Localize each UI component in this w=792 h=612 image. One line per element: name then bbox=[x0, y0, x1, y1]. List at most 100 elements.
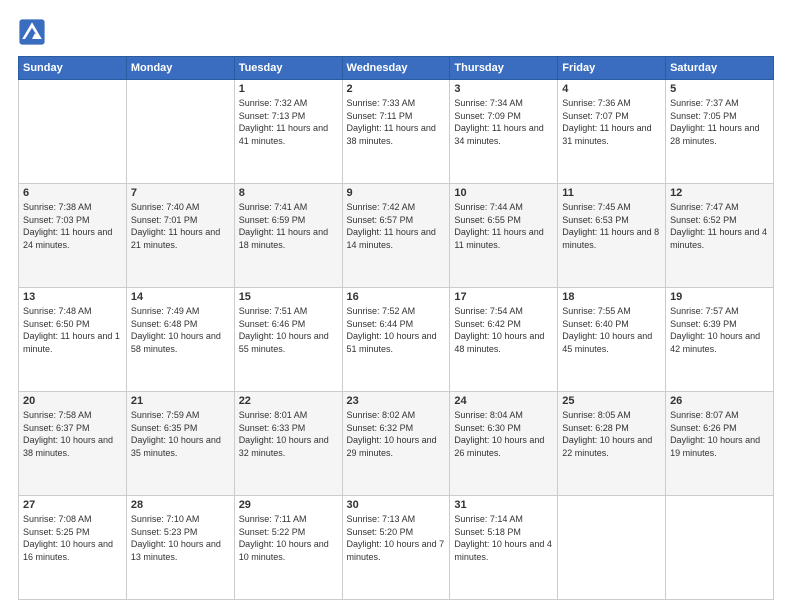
cell-info: Sunrise: 7:33 AM Sunset: 7:11 PM Dayligh… bbox=[347, 97, 446, 147]
cell-info: Sunrise: 7:32 AM Sunset: 7:13 PM Dayligh… bbox=[239, 97, 338, 147]
day-number: 18 bbox=[562, 291, 661, 303]
calendar-cell: 8Sunrise: 7:41 AM Sunset: 6:59 PM Daylig… bbox=[234, 184, 342, 288]
cell-info: Sunrise: 8:04 AM Sunset: 6:30 PM Dayligh… bbox=[454, 409, 553, 459]
calendar-cell: 12 Sunrise: 7:47 AM Sunset: 6:52 PM Dayli… bbox=[666, 184, 774, 288]
weekday-header-thursday: Thursday bbox=[450, 57, 558, 80]
day-number: 8 bbox=[239, 187, 338, 199]
cell-info: Sunrise: 7:58 AM Sunset: 6:37 PM Dayligh… bbox=[23, 409, 122, 459]
day-number: 3 bbox=[454, 83, 553, 95]
day-number: 11 bbox=[562, 187, 661, 199]
calendar-cell: 20 Sunrise: 7:58 AM Sunset: 6:37 PM Dayli… bbox=[19, 392, 127, 496]
calendar-cell: 16 Sunrise: 7:52 AM Sunset: 6:44 PM Dayli… bbox=[342, 288, 450, 392]
day-number: 31 bbox=[454, 499, 553, 511]
calendar-cell: 7 Sunrise: 7:40 AM Sunset: 7:01 PM Daylig… bbox=[126, 184, 234, 288]
calendar-cell: 5Sunrise: 7:37 AM Sunset: 7:05 PM Daylig… bbox=[666, 80, 774, 184]
day-number: 13 bbox=[23, 291, 122, 303]
cell-info: Sunrise: 7:40 AM Sunset: 7:01 PM Dayligh… bbox=[131, 201, 230, 251]
calendar-cell: 22Sunrise: 8:01 AM Sunset: 6:33 PM Dayli… bbox=[234, 392, 342, 496]
day-number: 25 bbox=[562, 395, 661, 407]
day-number: 17 bbox=[454, 291, 553, 303]
calendar-cell: 15Sunrise: 7:51 AM Sunset: 6:46 PM Dayli… bbox=[234, 288, 342, 392]
calendar-cell: 4 Sunrise: 7:36 AM Sunset: 7:07 PM Daylig… bbox=[558, 80, 666, 184]
calendar-cell: 6Sunrise: 7:38 AM Sunset: 7:03 PM Daylig… bbox=[19, 184, 127, 288]
day-number: 30 bbox=[347, 499, 446, 511]
calendar-week-5: 27Sunrise: 7:08 AM Sunset: 5:25 PM Dayli… bbox=[19, 496, 774, 600]
calendar-cell: 14 Sunrise: 7:49 AM Sunset: 6:48 PM Dayli… bbox=[126, 288, 234, 392]
calendar-cell: 18 Sunrise: 7:55 AM Sunset: 6:40 PM Dayli… bbox=[558, 288, 666, 392]
cell-info: Sunrise: 7:14 AM Sunset: 5:18 PM Dayligh… bbox=[454, 513, 553, 563]
day-number: 28 bbox=[131, 499, 230, 511]
calendar-cell bbox=[558, 496, 666, 600]
cell-info: Sunrise: 7:13 AM Sunset: 5:20 PM Dayligh… bbox=[347, 513, 446, 563]
calendar-cell: 1 Sunrise: 7:32 AM Sunset: 7:13 PM Daylig… bbox=[234, 80, 342, 184]
cell-info: Sunrise: 8:02 AM Sunset: 6:32 PM Dayligh… bbox=[347, 409, 446, 459]
cell-info: Sunrise: 7:47 AM Sunset: 6:52 PM Dayligh… bbox=[670, 201, 769, 251]
day-number: 12 bbox=[670, 187, 769, 199]
cell-info: Sunrise: 8:01 AM Sunset: 6:33 PM Dayligh… bbox=[239, 409, 338, 459]
cell-info: Sunrise: 7:11 AM Sunset: 5:22 PM Dayligh… bbox=[239, 513, 338, 563]
cell-info: Sunrise: 8:07 AM Sunset: 6:26 PM Dayligh… bbox=[670, 409, 769, 459]
cell-info: Sunrise: 7:59 AM Sunset: 6:35 PM Dayligh… bbox=[131, 409, 230, 459]
calendar-cell: 21 Sunrise: 7:59 AM Sunset: 6:35 PM Dayli… bbox=[126, 392, 234, 496]
calendar-week-1: 1 Sunrise: 7:32 AM Sunset: 7:13 PM Daylig… bbox=[19, 80, 774, 184]
day-number: 7 bbox=[131, 187, 230, 199]
day-number: 26 bbox=[670, 395, 769, 407]
calendar-cell: 28 Sunrise: 7:10 AM Sunset: 5:23 PM Dayli… bbox=[126, 496, 234, 600]
cell-info: Sunrise: 7:48 AM Sunset: 6:50 PM Dayligh… bbox=[23, 305, 122, 355]
cell-info: Sunrise: 7:36 AM Sunset: 7:07 PM Dayligh… bbox=[562, 97, 661, 147]
calendar-cell: 26 Sunrise: 8:07 AM Sunset: 6:26 PM Dayli… bbox=[666, 392, 774, 496]
calendar-cell: 2 Sunrise: 7:33 AM Sunset: 7:11 PM Daylig… bbox=[342, 80, 450, 184]
cell-info: Sunrise: 7:10 AM Sunset: 5:23 PM Dayligh… bbox=[131, 513, 230, 563]
calendar-week-4: 20 Sunrise: 7:58 AM Sunset: 6:37 PM Dayli… bbox=[19, 392, 774, 496]
cell-info: Sunrise: 7:37 AM Sunset: 7:05 PM Dayligh… bbox=[670, 97, 769, 147]
calendar-cell: 9 Sunrise: 7:42 AM Sunset: 6:57 PM Daylig… bbox=[342, 184, 450, 288]
calendar-cell: 31 Sunrise: 7:14 AM Sunset: 5:18 PM Dayli… bbox=[450, 496, 558, 600]
calendar-cell: 24 Sunrise: 8:04 AM Sunset: 6:30 PM Dayli… bbox=[450, 392, 558, 496]
cell-info: Sunrise: 7:38 AM Sunset: 7:03 PM Dayligh… bbox=[23, 201, 122, 251]
calendar-cell bbox=[19, 80, 127, 184]
day-number: 1 bbox=[239, 83, 338, 95]
day-number: 21 bbox=[131, 395, 230, 407]
cell-info: Sunrise: 7:45 AM Sunset: 6:53 PM Dayligh… bbox=[562, 201, 661, 251]
logo bbox=[18, 18, 50, 46]
calendar-cell: 19 Sunrise: 7:57 AM Sunset: 6:39 PM Dayli… bbox=[666, 288, 774, 392]
cell-info: Sunrise: 7:08 AM Sunset: 5:25 PM Dayligh… bbox=[23, 513, 122, 563]
weekday-header-tuesday: Tuesday bbox=[234, 57, 342, 80]
weekday-header-friday: Friday bbox=[558, 57, 666, 80]
cell-info: Sunrise: 7:49 AM Sunset: 6:48 PM Dayligh… bbox=[131, 305, 230, 355]
day-number: 19 bbox=[670, 291, 769, 303]
calendar-cell: 17 Sunrise: 7:54 AM Sunset: 6:42 PM Dayli… bbox=[450, 288, 558, 392]
weekday-header-row: SundayMondayTuesdayWednesdayThursdayFrid… bbox=[19, 57, 774, 80]
logo-icon bbox=[18, 18, 46, 46]
cell-info: Sunrise: 7:42 AM Sunset: 6:57 PM Dayligh… bbox=[347, 201, 446, 251]
day-number: 4 bbox=[562, 83, 661, 95]
day-number: 2 bbox=[347, 83, 446, 95]
page: SundayMondayTuesdayWednesdayThursdayFrid… bbox=[0, 0, 792, 612]
cell-info: Sunrise: 7:51 AM Sunset: 6:46 PM Dayligh… bbox=[239, 305, 338, 355]
day-number: 9 bbox=[347, 187, 446, 199]
day-number: 20 bbox=[23, 395, 122, 407]
calendar: SundayMondayTuesdayWednesdayThursdayFrid… bbox=[18, 56, 774, 600]
weekday-header-sunday: Sunday bbox=[19, 57, 127, 80]
day-number: 16 bbox=[347, 291, 446, 303]
day-number: 14 bbox=[131, 291, 230, 303]
cell-info: Sunrise: 7:34 AM Sunset: 7:09 PM Dayligh… bbox=[454, 97, 553, 147]
cell-info: Sunrise: 7:54 AM Sunset: 6:42 PM Dayligh… bbox=[454, 305, 553, 355]
day-number: 24 bbox=[454, 395, 553, 407]
calendar-cell bbox=[666, 496, 774, 600]
calendar-cell: 29 Sunrise: 7:11 AM Sunset: 5:22 PM Dayli… bbox=[234, 496, 342, 600]
calendar-cell: 3 Sunrise: 7:34 AM Sunset: 7:09 PM Daylig… bbox=[450, 80, 558, 184]
weekday-header-wednesday: Wednesday bbox=[342, 57, 450, 80]
calendar-cell: 13 Sunrise: 7:48 AM Sunset: 6:50 PM Dayli… bbox=[19, 288, 127, 392]
calendar-cell: 11 Sunrise: 7:45 AM Sunset: 6:53 PM Dayli… bbox=[558, 184, 666, 288]
calendar-week-2: 6Sunrise: 7:38 AM Sunset: 7:03 PM Daylig… bbox=[19, 184, 774, 288]
day-number: 29 bbox=[239, 499, 338, 511]
cell-info: Sunrise: 7:52 AM Sunset: 6:44 PM Dayligh… bbox=[347, 305, 446, 355]
calendar-cell: 10Sunrise: 7:44 AM Sunset: 6:55 PM Dayli… bbox=[450, 184, 558, 288]
calendar-cell: 30 Sunrise: 7:13 AM Sunset: 5:20 PM Dayli… bbox=[342, 496, 450, 600]
weekday-header-saturday: Saturday bbox=[666, 57, 774, 80]
cell-info: Sunrise: 7:55 AM Sunset: 6:40 PM Dayligh… bbox=[562, 305, 661, 355]
calendar-cell: 25Sunrise: 8:05 AM Sunset: 6:28 PM Dayli… bbox=[558, 392, 666, 496]
calendar-cell bbox=[126, 80, 234, 184]
cell-info: Sunrise: 7:57 AM Sunset: 6:39 PM Dayligh… bbox=[670, 305, 769, 355]
